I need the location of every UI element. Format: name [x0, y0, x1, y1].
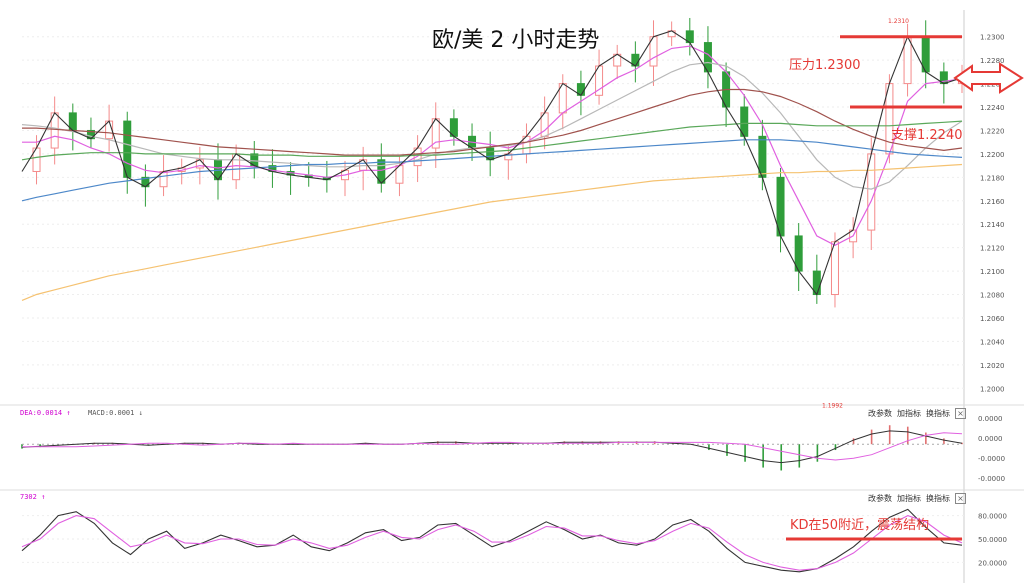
low-marker: 1.1992	[822, 403, 843, 410]
kd-switch-indicator-button[interactable]: 换指标	[926, 493, 950, 504]
price-tick-label: 1.2180	[980, 174, 1005, 182]
kd-close-icon[interactable]: ×	[955, 493, 966, 504]
macd-switch-indicator-button[interactable]: 换指标	[926, 408, 950, 419]
kd-tick-label: 20.0000	[978, 559, 1007, 567]
kd-value: 7302 ↑	[20, 493, 46, 501]
macd-tick-label: -0.0000	[978, 455, 1005, 463]
macd-dea-line	[22, 432, 963, 461]
kd-add-indicator-button[interactable]: 加指标	[897, 493, 921, 504]
page-title: 欧/美 2 小时走势	[432, 28, 600, 53]
high-marker: 1.2310	[888, 18, 909, 25]
macd-value: MACD:0.0001 ↓	[88, 409, 143, 417]
price-tick-label: 1.2060	[980, 315, 1005, 323]
macd-change-params-button[interactable]: 改参数	[868, 408, 892, 419]
kd-tick-label: 50.0000	[978, 536, 1007, 544]
kd-note: KD在50附近，震荡结构	[790, 518, 930, 533]
price-tick-label: 1.2220	[980, 127, 1005, 135]
kd-change-params-button[interactable]: 改参数	[868, 493, 892, 504]
chart-screenshot: 1.23001.22801.22601.22401.22201.22001.21…	[0, 0, 1024, 583]
macd-dea-value: DEA:0.0014 ↑	[20, 409, 71, 417]
price-tick-label: 1.2120	[980, 245, 1005, 253]
price-tick-label: 1.2020	[980, 362, 1005, 370]
price-tick-label: 1.2140	[980, 221, 1005, 229]
macd-close-icon[interactable]: ×	[955, 408, 966, 419]
macd-dif-line	[21, 430, 963, 464]
price-tick-label: 1.2200	[980, 151, 1005, 159]
price-tick-label: 1.2240	[980, 104, 1005, 112]
price-tick-label: 1.2000	[980, 385, 1005, 393]
ma-pink-line	[22, 45, 963, 246]
kd-tick-label: 80.0000	[978, 513, 1007, 521]
macd-tick-label: 0.0000	[978, 435, 1003, 443]
price-tick-label: 1.2040	[980, 338, 1005, 346]
price-tick-label: 1.2160	[980, 198, 1005, 206]
price-tick-label: 1.2080	[980, 292, 1005, 300]
macd-tick-label: -0.0000	[978, 475, 1005, 483]
resistance-label: 压力1.2300	[789, 58, 861, 73]
macd-tick-label: 0.0000	[978, 415, 1003, 423]
price-tick-label: 1.2300	[980, 34, 1005, 42]
macd-add-indicator-button[interactable]: 加指标	[897, 408, 921, 419]
price-tick-label: 1.2100	[980, 268, 1005, 276]
support-label: 支撑1.2240	[891, 128, 963, 143]
